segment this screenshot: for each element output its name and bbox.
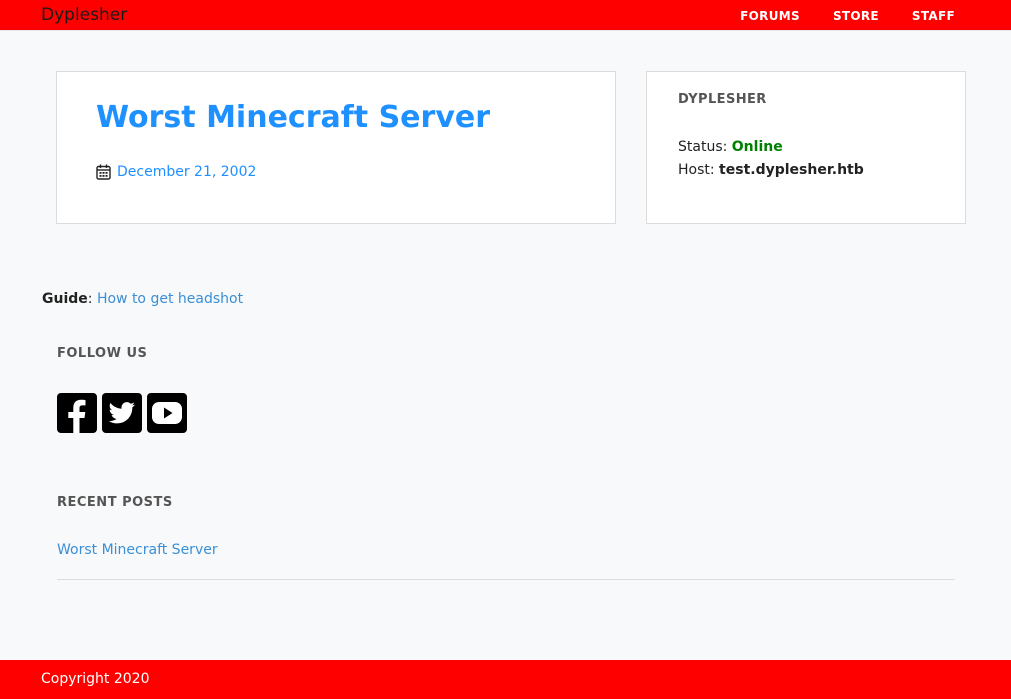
guide-link[interactable]: How to get headshot: [97, 291, 243, 307]
section-divider: [57, 579, 955, 580]
copyright-text: Copyright 2020: [41, 671, 150, 687]
twitter-glyph: [108, 402, 135, 424]
guide-separator: :: [87, 291, 97, 307]
youtube-glyph: [152, 402, 182, 424]
status-label: Status:: [678, 139, 728, 155]
twitter-icon[interactable]: [102, 393, 142, 433]
post-title-link[interactable]: Worst Minecraft Server: [96, 100, 490, 135]
guide-label: Guide: [42, 291, 88, 307]
status-value: Online: [731, 139, 783, 155]
social-links: [57, 393, 187, 433]
post-card: Worst Minecraft Server December 21, 2002: [56, 71, 616, 224]
follow-us-heading: FOLLOW US: [57, 346, 148, 361]
server-status-line: Status: Online: [678, 139, 783, 155]
post-date-link[interactable]: December 21, 2002: [96, 164, 256, 180]
host-label: Host:: [678, 162, 715, 178]
server-name-heading: DYPLESHER: [678, 92, 767, 107]
nav-forums-link[interactable]: FORUMS: [740, 9, 800, 23]
calendar-icon: [96, 164, 111, 180]
footer: Copyright 2020: [0, 660, 1011, 699]
recent-posts-heading: RECENT POSTS: [57, 495, 173, 510]
server-host-line: Host: test.dyplesher.htb: [678, 162, 864, 178]
guide-line: Guide: How to get headshot: [42, 291, 243, 307]
nav-staff-link[interactable]: STAFF: [912, 9, 955, 23]
server-info-card: DYPLESHER Status: Online Host: test.dypl…: [646, 71, 966, 224]
facebook-glyph: [68, 399, 86, 433]
host-value: test.dyplesher.htb: [719, 162, 864, 178]
brand-link[interactable]: Dyplesher: [41, 5, 127, 25]
top-navbar: Dyplesher FORUMS STORE STAFF: [0, 0, 1011, 31]
post-date-text: December 21, 2002: [117, 164, 257, 180]
recent-post-link[interactable]: Worst Minecraft Server: [57, 542, 218, 558]
facebook-icon[interactable]: [57, 393, 97, 433]
youtube-icon[interactable]: [147, 393, 187, 433]
main-nav: FORUMS STORE STAFF: [707, 9, 955, 23]
nav-store-link[interactable]: STORE: [833, 9, 879, 23]
